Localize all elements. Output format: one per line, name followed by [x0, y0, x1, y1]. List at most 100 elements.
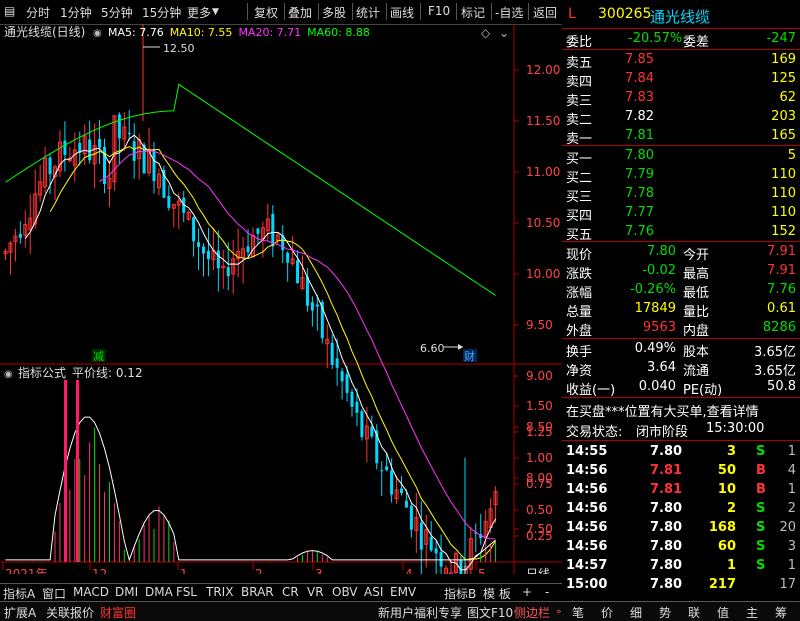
tab-vr[interactable]: VR	[307, 585, 324, 599]
draw-line-button[interactable]: 画线	[390, 4, 414, 21]
collapse-chevron-icon[interactable]: ⌄	[499, 26, 509, 40]
mark-button[interactable]: 标记	[461, 4, 485, 21]
tick-row[interactable]: 14:56 7.81 50 B 4	[562, 462, 800, 481]
bid-row[interactable]: 买三 7.78 110	[562, 185, 800, 205]
kline-chart-area[interactable]: 12.00 11.50 11.00 10.50 10.00 9.50 9.00 8.50 8.0…	[0, 19, 563, 621]
bid-row[interactable]: 买五 7.76 152	[562, 223, 800, 243]
finance-event-label[interactable]: 财	[464, 349, 475, 363]
sidebar-toggle[interactable]: 侧边栏	[514, 604, 550, 621]
tick-volume: 1	[726, 558, 736, 573]
back-button[interactable]: 返回	[533, 4, 557, 21]
graphic-f10-link[interactable]: 图文F10	[467, 604, 513, 621]
legend-chevron-icon[interactable]: ◉	[93, 28, 102, 39]
stat-row: 外盘 9563 内盘 8286	[562, 319, 800, 339]
new-user-benefit-link[interactable]: 新用户福利专享	[378, 604, 462, 621]
stat-value: -0.26%	[630, 282, 676, 297]
stat-label: 涨跌	[566, 267, 593, 282]
tab-macd[interactable]: MACD	[73, 585, 109, 599]
overlay-button[interactable]: 叠加	[288, 4, 312, 21]
remove-watchlist-button[interactable]: -自选	[495, 4, 523, 21]
panel-tab-detail[interactable]: 细	[630, 604, 642, 621]
tab-fsl[interactable]: FSL	[176, 585, 197, 599]
stat-row: 现价 7.80 今开 7.91	[562, 243, 800, 263]
kline-chart-svg[interactable]: 12.0011.5011.0010.5010.009.509.008.508.0…	[0, 19, 562, 621]
tick-side: B	[756, 463, 766, 478]
date-axis-label: 5	[478, 567, 486, 574]
big-order-notice[interactable]: 在买盘***位置有大买单,查看详情	[562, 400, 800, 420]
period-more[interactable]: 更多	[187, 4, 211, 21]
toolbar-menu-icon[interactable]: ▤	[4, 4, 15, 18]
tick-row[interactable]: 14:57 7.80 1 S 1	[562, 557, 800, 576]
restore-rights-button[interactable]: 复权	[254, 4, 278, 21]
bid-row[interactable]: 买一 7.80 5	[562, 147, 800, 167]
period-tag[interactable]: 日线	[526, 567, 550, 581]
kline-candle	[226, 267, 230, 277]
tab-add-button[interactable]: +	[522, 585, 532, 599]
tab-dmi[interactable]: DMI	[115, 585, 138, 599]
panel-tab-value[interactable]: 值	[717, 604, 729, 621]
tick-row[interactable]: 14:56 7.81 10 B 1	[562, 481, 800, 500]
bid-row[interactable]: 买二 7.79 110	[562, 166, 800, 186]
tab-cr[interactable]: CR	[282, 585, 299, 599]
tick-row[interactable]: 15:00 7.80 217 17	[562, 576, 800, 595]
ask-row[interactable]: 卖三 7.83 62	[562, 89, 800, 109]
toolbar-divider	[247, 3, 248, 20]
ask-row[interactable]: 卖一 7.81 165	[562, 127, 800, 147]
related-quote-tab[interactable]: 关联报价	[46, 604, 94, 621]
tick-row[interactable]: 14:56 7.80 60 S 3	[562, 538, 800, 557]
tick-row[interactable]: 14:56 7.80 168 S 20	[562, 519, 800, 538]
reduce-event-label[interactable]: 减	[93, 350, 104, 363]
kline-candle	[117, 114, 121, 139]
multi-stock-button[interactable]: 多股	[322, 4, 346, 21]
extend-a-tab[interactable]: 扩展A	[4, 604, 36, 621]
panel-tab-price[interactable]: 价	[601, 604, 613, 621]
tab-dma[interactable]: DMA	[145, 585, 173, 599]
sidebar-chevron-icon[interactable]: »	[556, 607, 562, 617]
indicator-chevron-icon[interactable]: ◉	[4, 369, 13, 380]
stock-code[interactable]: 300265	[598, 6, 651, 22]
statistics-button[interactable]: 统计	[356, 4, 380, 21]
tab-asi[interactable]: ASI	[364, 585, 383, 599]
ask-row[interactable]: 卖二 7.82 203	[562, 108, 800, 128]
f10-button[interactable]: F10	[428, 4, 450, 18]
ask-volume: 125	[771, 71, 796, 86]
panel-tab-trend[interactable]: 势	[659, 604, 671, 621]
bid-price: 7.79	[625, 167, 654, 182]
bid-row[interactable]: 买四 7.77 110	[562, 204, 800, 224]
period-1min[interactable]: 1分钟	[60, 4, 92, 21]
indicator-axis-label: 1.00	[526, 451, 553, 465]
period-intraday[interactable]: 分时	[26, 4, 50, 21]
tab-indicator-a[interactable]: 指标A	[3, 585, 35, 602]
tab-trix[interactable]: TRIX	[206, 585, 233, 599]
ask-row[interactable]: 卖四 7.84 125	[562, 70, 800, 90]
stat-value: 0.61	[767, 301, 796, 316]
tab-remove-button[interactable]: -	[545, 585, 549, 599]
stat-value: 3.65亿	[754, 364, 796, 379]
weicha-label: 委差	[683, 35, 710, 50]
tab-indicator-b[interactable]: 指标B	[444, 585, 476, 602]
period-15min[interactable]: 15分钟	[142, 4, 181, 21]
tab-window[interactable]: 窗口	[42, 585, 66, 602]
tab-brar[interactable]: BRAR	[241, 585, 274, 599]
notice-text[interactable]: 在买盘***位置有大买单,查看详情	[566, 401, 759, 420]
date-axis-label: 3	[315, 567, 323, 574]
panel-tab-trades[interactable]: 笔	[572, 604, 584, 621]
tick-row[interactable]: 14:55 7.80 3 S 1	[562, 443, 800, 462]
ask-price: 7.83	[625, 90, 654, 105]
period-5min[interactable]: 5分钟	[101, 4, 133, 21]
tab-emv[interactable]: EMV	[390, 585, 416, 599]
tick-row[interactable]: 14:56 7.80 2 S 2	[562, 500, 800, 519]
panel-tab-chips[interactable]: 筹	[775, 604, 787, 621]
wealth-circle-tab[interactable]: 财富圈	[100, 604, 136, 621]
stock-name[interactable]: 通光线缆	[650, 6, 710, 27]
ask-row[interactable]: 卖五 7.85 169	[562, 51, 800, 71]
settings-diamond-icon[interactable]: ◇	[481, 26, 491, 40]
tab-template[interactable]: 模 板	[483, 585, 511, 602]
more-chevron-icon[interactable]: ▼	[212, 7, 219, 17]
ma-legend-item: MA10: 7.55	[170, 26, 233, 39]
panel-tab-main[interactable]: 主	[746, 604, 758, 621]
stat-value: 3.64	[647, 360, 676, 375]
tab-obv[interactable]: OBV	[332, 585, 358, 599]
panel-tab-linked[interactable]: 联	[688, 604, 700, 621]
kline-candle	[340, 371, 344, 382]
